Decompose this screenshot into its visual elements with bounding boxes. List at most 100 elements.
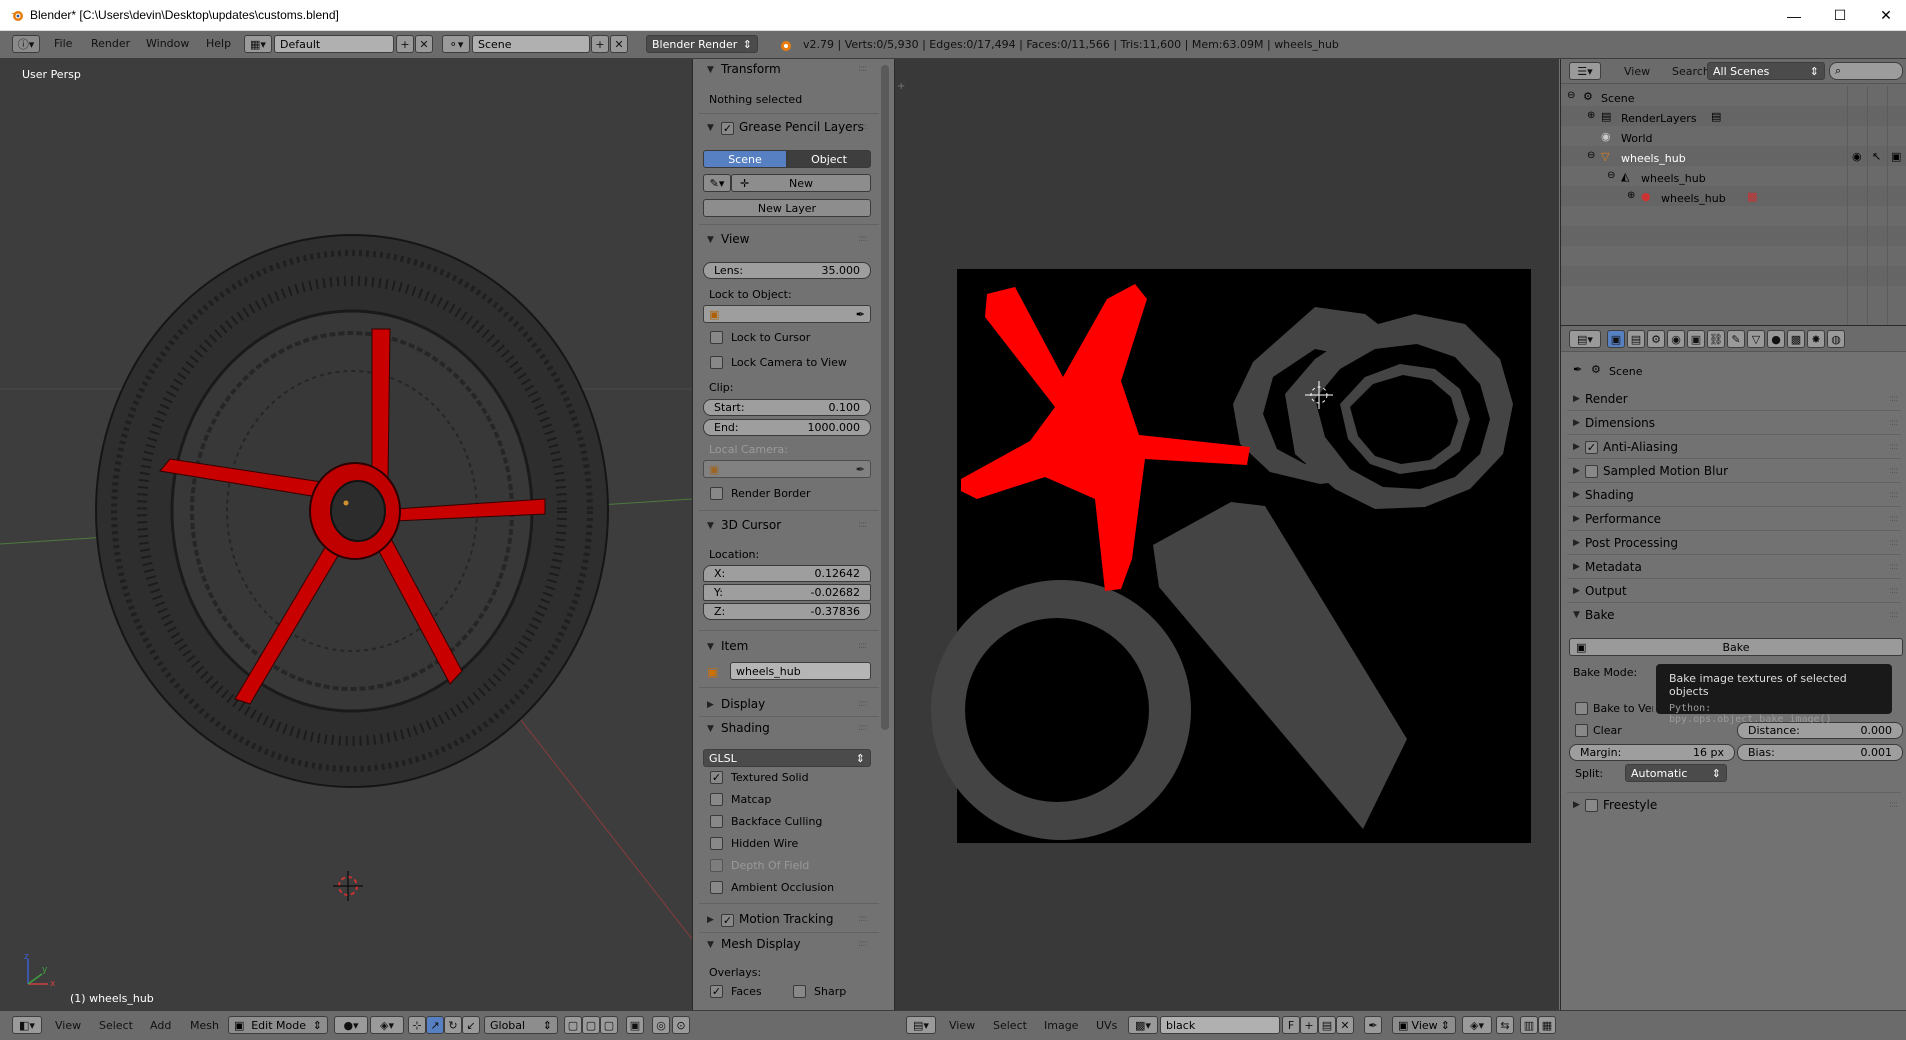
panel-render-header[interactable]: Render [1585, 392, 1628, 406]
texture-tab-icon[interactable]: ▩ [1787, 330, 1805, 348]
freestyle-checkbox[interactable] [1585, 799, 1598, 812]
bake-split-dropdown[interactable]: Automatic ⇕ [1625, 764, 1727, 782]
drag-grip-icon[interactable]: :::: [858, 234, 867, 244]
renderable-camera-icon[interactable]: ▣ [1891, 150, 1901, 163]
panel-metadata-header[interactable]: Metadata [1585, 560, 1642, 574]
screen-layout-icon[interactable]: ▦▾ [244, 35, 272, 53]
panel-grease-header[interactable]: Grease Pencil Layers [739, 120, 864, 134]
menu-window[interactable]: Window [146, 37, 189, 50]
renderlayers-tab-icon[interactable]: ▤ [1627, 330, 1645, 348]
collapse-scene-icon[interactable]: ⊖ [1567, 90, 1575, 101]
orientation-dropdown[interactable]: Global ⇕ [484, 1016, 558, 1034]
scene-tab-icon[interactable]: ⚙ [1647, 330, 1665, 348]
3d-cursor-icon[interactable] [333, 871, 363, 901]
menu-file[interactable]: File [54, 37, 72, 50]
image-editor-type-icon[interactable]: ▤▾ [906, 1016, 936, 1034]
collapse-bake-icon[interactable]: ▼ [1573, 610, 1580, 620]
manipulator-toggle-icon[interactable]: ⊹ [408, 1016, 426, 1034]
panel-shading-header[interactable]: Shading [1585, 488, 1634, 502]
grease-pencil-checkbox[interactable]: ✓ [721, 122, 734, 135]
menu-help[interactable]: Help [206, 37, 231, 50]
shading-mode-dropdown[interactable]: GLSL ⇕ [703, 749, 871, 767]
3d-editor-type-icon[interactable]: ◧▾ [12, 1016, 42, 1034]
outliner-row-scene[interactable]: Scene [1601, 92, 1635, 105]
expand-dimensions-icon[interactable]: ▶ [1573, 418, 1580, 428]
expand-display-icon[interactable]: ▶ [707, 700, 714, 710]
panel-freestyle-header[interactable]: Freestyle [1603, 798, 1657, 812]
layer-2-icon[interactable]: ▢ [582, 1016, 600, 1034]
menu-render[interactable]: Render [91, 37, 130, 50]
eyedropper-icon[interactable]: ✒ [856, 308, 865, 321]
item-name-field[interactable]: wheels_hub [730, 662, 871, 680]
snap-icon[interactable]: ⊙ [672, 1016, 690, 1034]
maximize-button[interactable]: ☐ [1817, 0, 1863, 31]
uv-select-mode-icon[interactable]: ▥ [1520, 1016, 1538, 1034]
unlink-image-icon[interactable]: ✕ [1336, 1016, 1354, 1034]
matcap-checkbox[interactable] [710, 793, 723, 806]
outliner-row-renderlayers[interactable]: RenderLayers [1621, 112, 1697, 125]
drag-grip-icon[interactable]: :::: [1889, 538, 1898, 548]
sharp-checkbox[interactable] [793, 985, 806, 998]
scene-icon[interactable]: ⚬▾ [442, 35, 470, 53]
textured-solid-checkbox[interactable]: ✓ [710, 771, 723, 784]
properties-editor-type-icon[interactable]: ▤▾ [1569, 330, 1601, 348]
lens-field[interactable]: Lens: 35.000 [703, 262, 871, 279]
outliner-row-wheels-hub-material[interactable]: wheels_hub [1661, 192, 1726, 205]
outliner-menu-search[interactable]: Search [1672, 65, 1710, 78]
lock-object-field[interactable]: ▣ ✒ [703, 305, 871, 323]
bake-button[interactable]: ▣ Bake [1569, 638, 1903, 656]
outliner-filter-dropdown[interactable]: All Scenes ⇕ [1707, 62, 1825, 80]
drag-grip-icon[interactable]: :::: [858, 914, 867, 924]
new-image-icon[interactable]: + [1300, 1016, 1318, 1034]
scene-field[interactable]: Scene [472, 35, 590, 53]
3d-menu-view[interactable]: View [55, 1019, 81, 1032]
bake-to-vertex-checkbox[interactable] [1575, 702, 1588, 715]
outliner-row-world[interactable]: World [1621, 132, 1653, 145]
drag-grip-icon[interactable]: :::: [858, 641, 867, 651]
img-menu-uvs[interactable]: UVs [1096, 1019, 1117, 1032]
grease-object-tab[interactable]: Object [787, 150, 871, 168]
drag-grip-icon[interactable]: :::: [1889, 610, 1898, 620]
view-mode-dropdown[interactable]: ▣ View ⇕ [1392, 1016, 1456, 1034]
expand-freestyle-icon[interactable]: ▶ [1573, 800, 1580, 810]
cursor-x-field[interactable]: X: 0.12642 [703, 565, 871, 582]
grease-scene-tab[interactable]: Scene [703, 150, 787, 168]
drag-grip-icon[interactable]: :::: [858, 520, 867, 530]
translate-manipulator-icon[interactable]: ↗ [426, 1016, 444, 1034]
collapse-grease-icon[interactable]: ▼ [707, 123, 714, 133]
3d-viewport[interactable]: User Persp z y x (1) wheels_hub [0, 59, 692, 1010]
collapse-item-icon[interactable]: ▼ [707, 642, 714, 652]
pivot-point-icon[interactable]: ◈▾ [370, 1016, 404, 1034]
mode-dropdown[interactable]: ▣ Edit Mode ⇕ [228, 1016, 328, 1034]
viewport-shading-icon[interactable]: ●▾ [334, 1016, 368, 1034]
drag-grip-icon[interactable]: :::: [1889, 466, 1898, 476]
img-menu-select[interactable]: Select [993, 1019, 1027, 1032]
cursor-z-field[interactable]: Z: -0.37836 [703, 603, 871, 620]
delete-scene-icon[interactable]: ✕ [610, 35, 628, 53]
panel-output-header[interactable]: Output [1585, 584, 1627, 598]
add-scene-icon[interactable]: + [591, 35, 609, 53]
outliner-row-wheels-hub-mesh[interactable]: wheels_hub [1641, 172, 1706, 185]
editor-type-info-icon[interactable]: ⓘ▾ [12, 35, 40, 53]
bake-bias-field[interactable]: Bias: 0.001 [1737, 744, 1903, 761]
screen-layout-field[interactable]: Default [274, 35, 394, 53]
faces-checkbox[interactable]: ✓ [710, 985, 723, 998]
collapse-shading-icon[interactable]: ▼ [707, 724, 714, 734]
panel-shading-header[interactable]: Shading [721, 721, 770, 735]
render-engine-dropdown[interactable]: Blender Render ⇕ [646, 35, 758, 53]
lock-camera-checkbox[interactable] [710, 356, 723, 369]
pin-icon[interactable]: ✒ [1573, 363, 1582, 376]
scale-manipulator-icon[interactable]: ↙ [462, 1016, 480, 1034]
particles-tab-icon[interactable]: ✸ [1807, 330, 1825, 348]
minimize-button[interactable]: — [1771, 0, 1817, 31]
panel-display-header[interactable]: Display [721, 697, 765, 711]
uv-snap-icon[interactable]: ▦ [1538, 1016, 1556, 1034]
drag-grip-icon[interactable]: :::: [858, 699, 867, 709]
collapse-mesh-display-icon[interactable]: ▼ [707, 940, 714, 950]
hidden-wire-checkbox[interactable] [710, 837, 723, 850]
expand-renderlayers-icon[interactable]: ⊕ [1587, 110, 1595, 121]
layer-3-icon[interactable]: ▢ [600, 1016, 618, 1034]
collapse-view-icon[interactable]: ▼ [707, 235, 714, 245]
panel-bake-header[interactable]: Bake [1585, 608, 1615, 622]
collapse-transform-icon[interactable]: ▼ [707, 65, 714, 75]
